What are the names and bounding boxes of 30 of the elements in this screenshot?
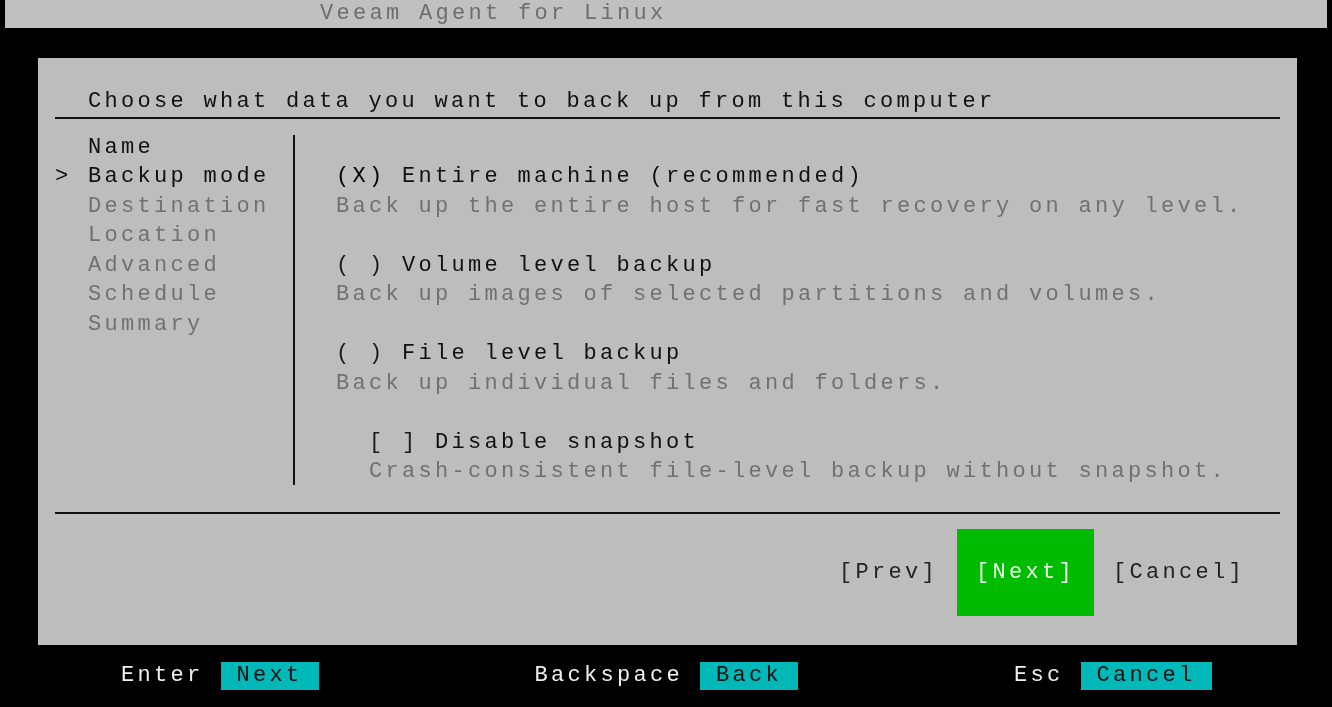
radio-button[interactable]: (X) <box>336 164 386 189</box>
window-title: Veeam Agent for Linux <box>320 0 667 28</box>
wizard-step: Location <box>88 221 221 251</box>
option-description: Crash-consistent file-level backup without snapshot. <box>369 459 1228 484</box>
radio-button[interactable]: ( ) <box>336 341 386 366</box>
shortcut-key: Backspace <box>534 662 684 690</box>
wizard-step: Schedule <box>88 280 221 310</box>
option-description: Back up individual files and folders. <box>336 370 947 396</box>
checkbox-label[interactable]: Disable snapshot <box>435 429 700 455</box>
wizard-step: Backup mode <box>88 162 270 192</box>
shortcut-key: Enter <box>121 662 204 690</box>
shortcut-action: Next <box>220 662 319 690</box>
shortcut-action: Back <box>700 662 799 690</box>
wizard-button[interactable]: [Cancel] <box>1112 528 1245 616</box>
option-description: Back up the entire host for fast recovery on any level. <box>336 193 1244 219</box>
wizard-step: Destination <box>88 191 270 221</box>
current-step-marker: > <box>55 164 72 189</box>
wizard-step: Advanced <box>88 250 221 280</box>
radio-label[interactable]: Volume level backup <box>402 252 716 278</box>
radio-label[interactable]: File level backup <box>402 341 683 366</box>
checkbox[interactable]: [ ] <box>369 429 419 455</box>
radio-label[interactable]: Entire machine (recommended) <box>402 164 865 189</box>
radio-button[interactable]: ( ) <box>336 252 386 278</box>
wizard-step: Summary <box>88 309 204 339</box>
shortcut-action: Cancel <box>1080 662 1212 690</box>
dialog-heading: Choose what data you want to back up from this computer <box>87 88 996 116</box>
wizard-step: Name <box>88 132 154 162</box>
wizard-button[interactable]: [Prev] <box>838 528 938 616</box>
option-description: Back up images of selected partitions and volumes. <box>336 282 1162 307</box>
shortcut-key: Esc <box>1014 662 1064 690</box>
